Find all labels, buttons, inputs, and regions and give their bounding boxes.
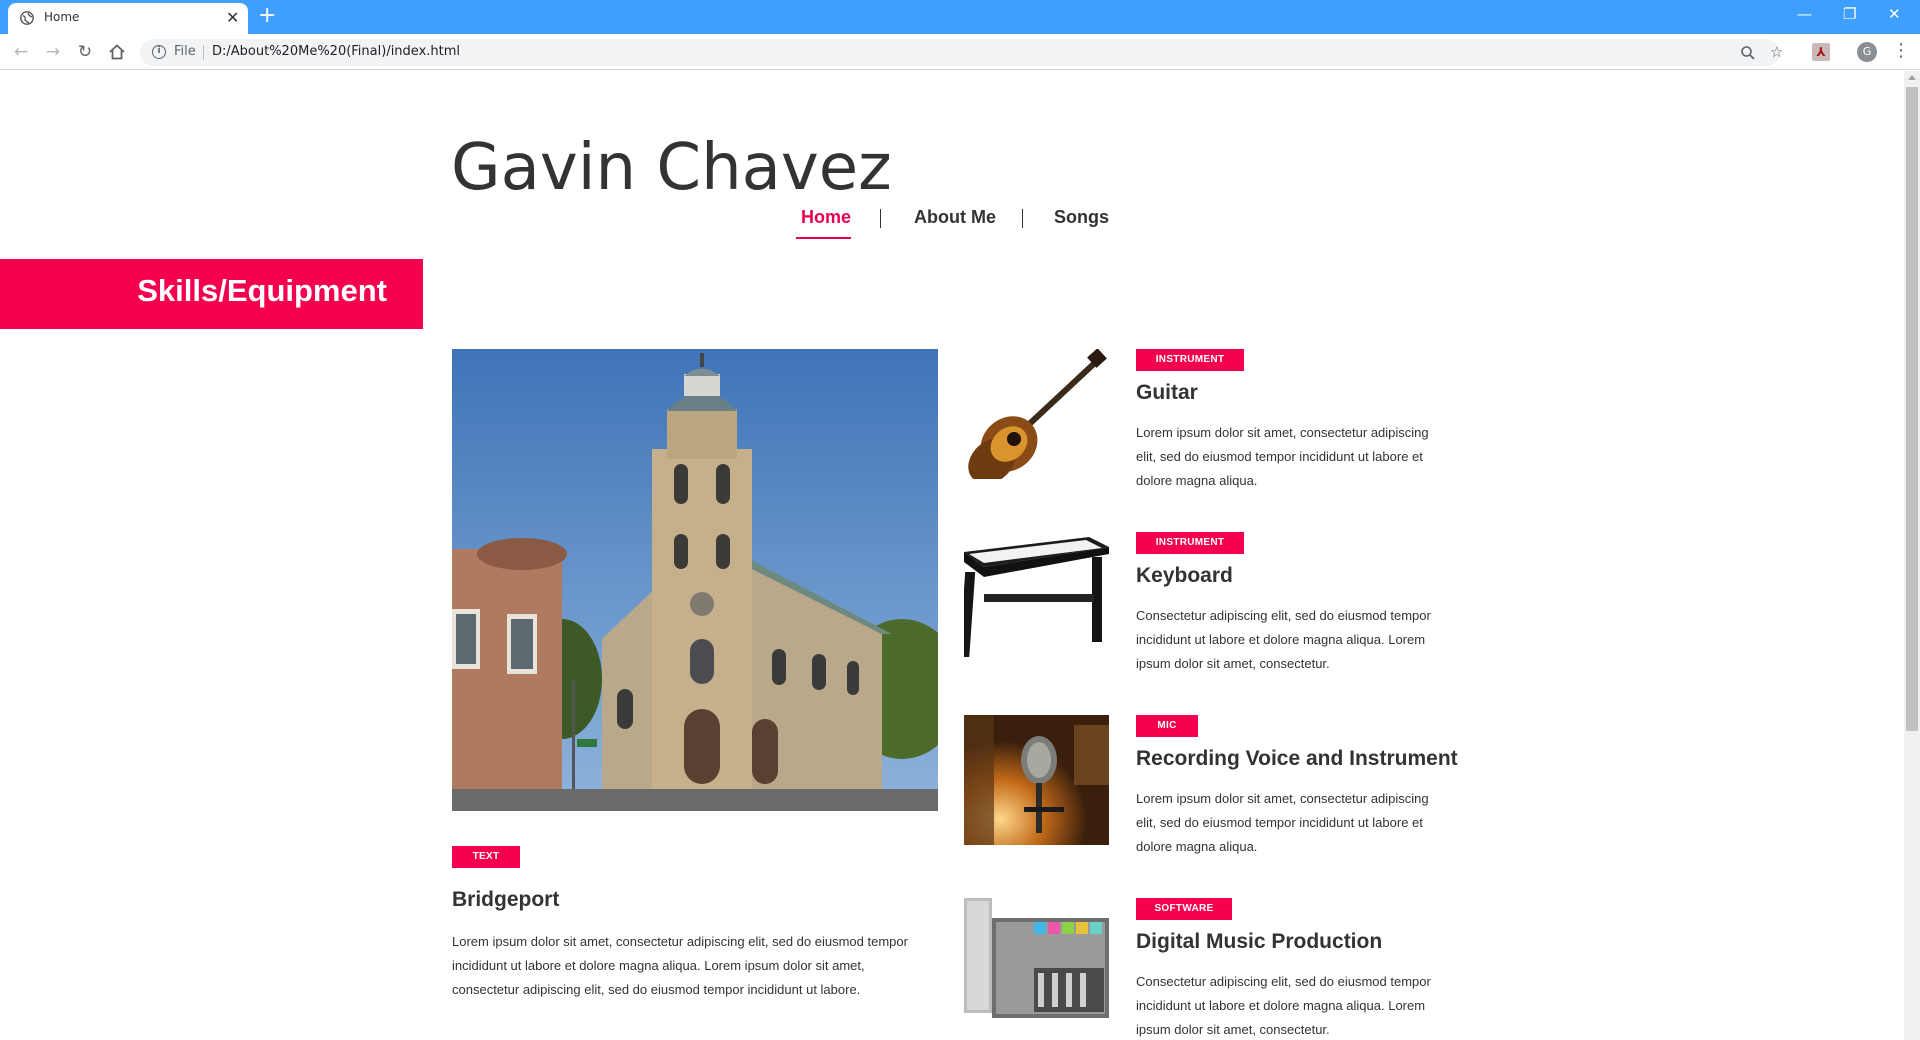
nav-active-underline	[796, 237, 851, 239]
browser-tab-home[interactable]: Home ✕	[8, 3, 248, 34]
section-heading: Skills/Equipment	[137, 273, 387, 308]
close-window-icon[interactable]: ✕	[1888, 4, 1901, 24]
studio-microphone-photo	[964, 715, 1109, 845]
address-bar[interactable]: i File D:/About%20Me%20(Final)/index.htm…	[140, 39, 1783, 66]
file-label: File	[174, 44, 196, 59]
card-image-microphone[interactable]	[964, 715, 1109, 845]
new-tab-button[interactable]: +	[258, 4, 276, 28]
url-text[interactable]: D:/About%20Me%20(Final)/index.html	[212, 44, 460, 59]
card-image-software[interactable]	[964, 898, 1109, 1028]
scrollbar-thumb[interactable]	[1906, 87, 1918, 731]
url-divider	[203, 45, 204, 60]
scroll-up-arrow-icon[interactable]	[1908, 75, 1916, 80]
acoustic-guitar-photo	[964, 349, 1109, 479]
globe-icon	[20, 11, 34, 25]
section-banner: Skills/Equipment	[0, 259, 423, 329]
profile-avatar[interactable]: G	[1857, 42, 1877, 62]
zoom-icon[interactable]	[1740, 45, 1756, 61]
card-image-guitar[interactable]	[964, 349, 1109, 479]
home-icon[interactable]	[106, 41, 128, 63]
tab-title: Home	[44, 10, 80, 24]
reload-icon[interactable]: ↻	[74, 41, 96, 63]
card-tag[interactable]: INSTRUMENT	[1136, 532, 1244, 554]
feature-body: Lorem ipsum dolor sit amet, consectetur …	[452, 934, 908, 997]
pdf-extension-icon[interactable]: ⅄	[1812, 43, 1830, 61]
back-arrow-icon[interactable]: ←	[10, 41, 32, 63]
forward-arrow-icon[interactable]: →	[42, 41, 64, 63]
card-image-keyboard[interactable]	[964, 532, 1109, 662]
nav-item-home[interactable]: Home	[801, 207, 851, 228]
nav-divider	[1022, 209, 1023, 228]
card-title[interactable]: Digital Music Production	[1136, 930, 1382, 954]
browser-tab-strip: Home ✕ + — ❐ ✕	[0, 0, 1920, 34]
bookmark-star-icon[interactable]: ☆	[1770, 42, 1783, 62]
keyboard-photo	[964, 532, 1109, 662]
daw-software-box-photo	[964, 898, 1109, 1028]
browser-toolbar: ← → ↻ i File D:/About%20Me%20(Final)/ind…	[0, 34, 1920, 70]
site-title: Gavin Chavez	[451, 131, 892, 205]
card-body: Lorem ipsum dolor sit amet, consectetur …	[1136, 791, 1429, 854]
card-title[interactable]: Guitar	[1136, 381, 1198, 405]
browser-menu-icon[interactable]: ⋮	[1892, 40, 1910, 62]
nav-item-about-me[interactable]: About Me	[914, 207, 996, 228]
feature-title[interactable]: Bridgeport	[452, 888, 559, 912]
minimize-icon[interactable]: —	[1797, 4, 1812, 24]
card-title[interactable]: Keyboard	[1136, 564, 1233, 588]
feature-tag[interactable]: TEXT	[452, 846, 520, 868]
info-icon[interactable]: i	[152, 45, 166, 59]
page-scrollbar[interactable]	[1904, 71, 1920, 1040]
nav-item-songs[interactable]: Songs	[1054, 207, 1109, 228]
card-tag[interactable]: INSTRUMENT	[1136, 349, 1244, 371]
restore-icon[interactable]: ❐	[1843, 4, 1856, 24]
card-tag[interactable]: MIC	[1136, 715, 1198, 737]
feature-image-church[interactable]	[452, 349, 938, 811]
card-tag[interactable]: SOFTWARE	[1136, 898, 1232, 920]
nav-divider	[880, 209, 881, 228]
card-body: Consectetur adipiscing elit, sed do eius…	[1136, 608, 1431, 671]
church-building-photo	[452, 349, 938, 811]
page-viewport: Gavin Chavez Home About Me Songs Skills/…	[0, 71, 1904, 1040]
card-body: Lorem ipsum dolor sit amet, consectetur …	[1136, 425, 1429, 488]
close-tab-icon[interactable]: ✕	[226, 8, 239, 28]
card-title[interactable]: Recording Voice and Instrument	[1136, 747, 1458, 771]
card-body: Consectetur adipiscing elit, sed do eius…	[1136, 974, 1431, 1037]
